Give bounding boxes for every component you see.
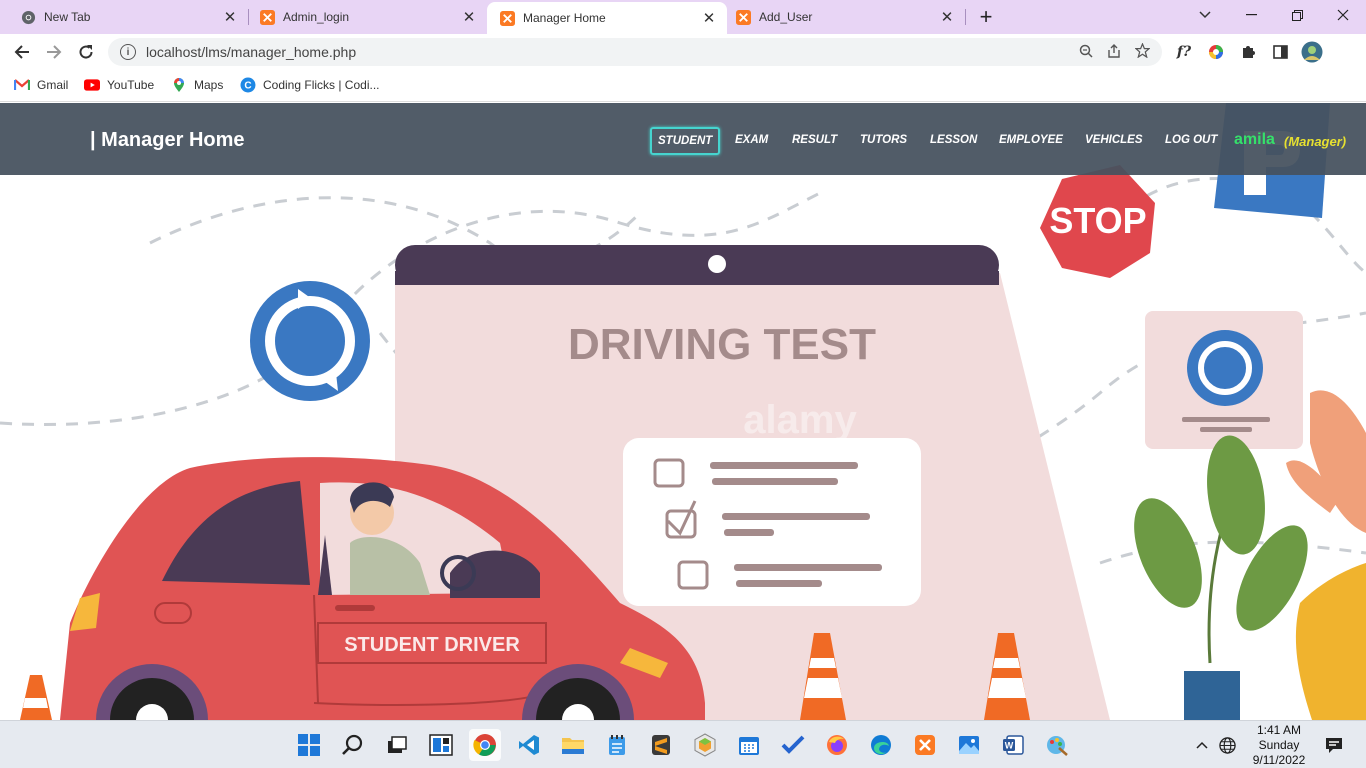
tab-strip: New Tab ✕ Admin_login ✕ Manager Home ✕ A… [0, 0, 1366, 34]
tab-search-chevron-icon[interactable] [1182, 0, 1228, 30]
nav-lesson[interactable]: LESSON [930, 134, 977, 146]
windows-start-icon[interactable] [293, 729, 325, 761]
gmail-icon [14, 77, 30, 93]
photos-icon[interactable] [953, 729, 985, 761]
nav-tutors[interactable]: TUTORS [860, 134, 907, 146]
tab-title: Manager Home [523, 11, 606, 25]
tab-add-user[interactable]: Add_User ✕ [715, 0, 965, 34]
close-window-icon[interactable] [1320, 0, 1366, 30]
bookmark-youtube[interactable]: YouTube [84, 77, 154, 93]
bookmark-label: Coding Flicks | Codi... [263, 78, 380, 92]
clock-day: Sunday [1258, 738, 1300, 752]
forward-arrow-icon[interactable] [40, 38, 68, 66]
role-label: (Manager) [1284, 134, 1347, 149]
chrome-icon [20, 9, 36, 25]
xampp-icon [259, 9, 275, 25]
tab-title: Add_User [759, 10, 813, 24]
language-globe-icon[interactable] [1213, 729, 1241, 761]
tab-admin-login[interactable]: Admin_login ✕ [239, 0, 487, 34]
xampp-icon [735, 9, 751, 25]
restore-icon[interactable] [1274, 0, 1320, 30]
site-info-icon[interactable]: i [120, 44, 136, 60]
url-text[interactable]: localhost/lms/manager_home.php [146, 44, 1072, 60]
stop-sign-text: STOP [1049, 200, 1146, 241]
show-hidden-icons-chevron-icon[interactable] [1188, 729, 1216, 761]
coding-flicks-icon: C [240, 77, 256, 93]
tab-manager-home[interactable]: Manager Home ✕ [487, 2, 727, 34]
car-plate-text: STUDENT DRIVER [344, 634, 520, 656]
clock-date: 9/11/2022 [1252, 753, 1306, 767]
bookmark-maps[interactable]: Maps [171, 77, 223, 93]
bookmark-label: Gmail [37, 78, 69, 92]
nav-logout[interactable]: LOG OUT [1165, 134, 1217, 146]
bookmark-star-icon[interactable] [1128, 42, 1156, 61]
system-clock[interactable]: 1:41 AM Sunday 9/11/2022 [1246, 723, 1312, 768]
notepad-icon[interactable] [601, 729, 633, 761]
color-extension-icon[interactable] [1204, 40, 1228, 64]
profile-avatar[interactable] [1300, 40, 1324, 64]
new-tab-button[interactable]: + [964, 2, 1008, 32]
clock-time: 1:41 AM [1256, 723, 1302, 737]
svg-text:C: C [244, 81, 251, 92]
watermark: alamy [743, 398, 857, 442]
minimize-icon[interactable] [1228, 0, 1274, 30]
maps-icon [171, 77, 187, 93]
edge-icon[interactable] [865, 729, 897, 761]
bookmark-label: YouTube [107, 78, 155, 92]
firefox-icon[interactable] [821, 729, 853, 761]
nav-employee[interactable]: EMPLOYEE [999, 134, 1063, 146]
search-icon[interactable] [337, 729, 369, 761]
file-explorer-icon[interactable] [557, 729, 589, 761]
task-view-icon[interactable] [381, 729, 413, 761]
nav-result[interactable]: RESULT [792, 134, 837, 146]
page-title: | Manager Home [90, 129, 245, 151]
address-bar[interactable]: i localhost/lms/manager_home.php [108, 38, 1162, 66]
close-tab-icon[interactable]: ✕ [937, 8, 957, 26]
app-hexagon-icon[interactable] [689, 729, 721, 761]
paint-icon[interactable] [1041, 729, 1073, 761]
close-tab-icon[interactable]: ✕ [459, 8, 479, 26]
nav-student[interactable]: STUDENT [650, 127, 721, 155]
bookmarks-bar: Gmail YouTube Maps C Coding Flicks | Cod… [0, 70, 1366, 102]
chrome-taskbar-icon[interactable] [469, 729, 501, 761]
vscode-icon[interactable] [513, 729, 545, 761]
page-viewport: DRIVING TEST STOP STUDENT DRIVER alamy |… [0, 103, 1366, 720]
tab-new-tab[interactable]: New Tab ✕ [0, 0, 248, 34]
zoom-icon[interactable] [1072, 44, 1100, 61]
youtube-icon [84, 77, 100, 93]
calendar-icon[interactable] [733, 729, 765, 761]
formula-extension-icon[interactable]: f? [1172, 40, 1196, 64]
nav-vehicles[interactable]: VEHICLES [1085, 134, 1143, 146]
notifications-icon[interactable] [1318, 729, 1350, 761]
bookmark-label: Maps [194, 78, 224, 92]
nav-exam[interactable]: EXAM [735, 134, 768, 146]
windows-taskbar: W 1:41 AM Sunday 9/11/2022 [0, 720, 1366, 768]
share-icon[interactable] [1100, 43, 1128, 61]
todo-check-icon[interactable] [777, 729, 809, 761]
bookmark-coding-flicks[interactable]: C Coding Flicks | Codi... [240, 77, 380, 93]
site-navbar: | Manager Home STUDENT EXAM RESULT TUTOR… [0, 103, 1366, 175]
xampp-taskbar-icon[interactable] [909, 729, 941, 761]
side-panel-icon[interactable] [1268, 40, 1292, 64]
reload-icon[interactable] [72, 38, 100, 66]
bookmark-gmail[interactable]: Gmail [14, 77, 68, 93]
tab-title: New Tab [44, 10, 91, 24]
driving-test-hero-image: DRIVING TEST STOP STUDENT DRIVER alamy [0, 103, 1366, 720]
sublime-text-icon[interactable] [645, 729, 677, 761]
browser-toolbar: i localhost/lms/manager_home.php f? [0, 34, 1366, 70]
board-title: DRIVING TEST [568, 320, 876, 369]
close-tab-icon[interactable]: ✕ [220, 8, 240, 26]
word-icon[interactable]: W [997, 729, 1029, 761]
tab-title: Admin_login [283, 10, 350, 24]
extensions-puzzle-icon[interactable] [1236, 40, 1260, 64]
svg-text:W: W [1005, 741, 1014, 751]
back-arrow-icon[interactable] [8, 38, 36, 66]
xampp-icon [499, 10, 515, 26]
username-label: amila [1234, 131, 1275, 148]
widgets-icon[interactable] [425, 729, 457, 761]
